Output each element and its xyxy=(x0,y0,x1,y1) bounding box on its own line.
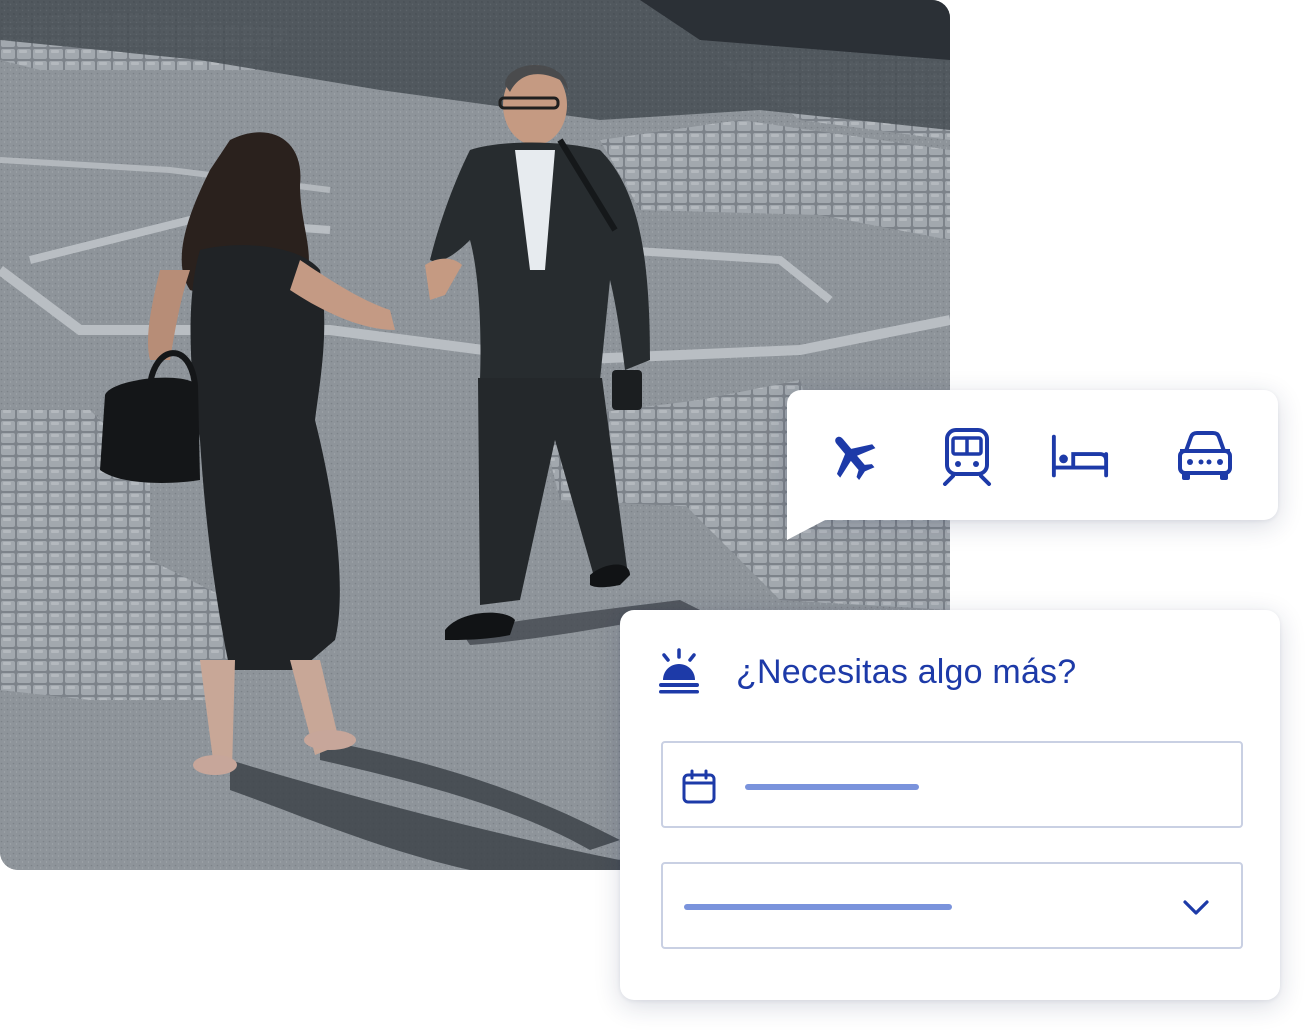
airplane-icon xyxy=(835,436,876,481)
chevron-down-icon[interactable] xyxy=(1181,894,1211,920)
select-placeholder xyxy=(684,904,952,910)
travel-type-card xyxy=(787,390,1278,540)
bed-icon xyxy=(1051,434,1109,478)
calendar-icon xyxy=(682,769,716,804)
service-select[interactable] xyxy=(661,862,1243,949)
speech-bubble-tail xyxy=(787,518,829,540)
car-option[interactable] xyxy=(1175,426,1235,486)
date-field[interactable] xyxy=(661,741,1243,828)
car-icon xyxy=(1178,431,1232,480)
request-card: ¿Necesitas algo más? xyxy=(620,610,1280,1000)
flight-option[interactable] xyxy=(822,426,882,486)
date-placeholder xyxy=(745,784,919,790)
hotel-option[interactable] xyxy=(1050,426,1110,486)
service-bell-icon xyxy=(659,648,699,694)
request-title: ¿Necesitas algo más? xyxy=(736,653,1077,691)
train-option[interactable] xyxy=(937,426,997,486)
train-icon xyxy=(943,428,991,486)
